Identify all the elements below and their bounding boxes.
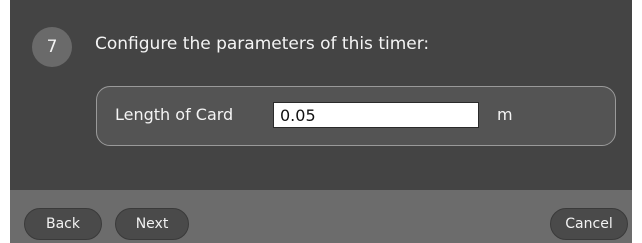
wizard-panel: 7 Configure the parameters of this timer… [10,0,632,243]
length-of-card-input[interactable] [273,102,479,128]
parameter-group: Length of Card m [96,86,616,146]
next-button[interactable]: Next [115,208,189,240]
cancel-button[interactable]: Cancel [550,208,628,240]
unit-label: m [497,105,513,124]
step-number-badge: 7 [32,27,72,67]
step-instruction: Configure the parameters of this timer: [95,34,430,54]
back-button[interactable]: Back [24,208,102,240]
wizard-footer: Back Next Cancel [10,190,632,243]
length-of-card-label: Length of Card [115,105,234,124]
